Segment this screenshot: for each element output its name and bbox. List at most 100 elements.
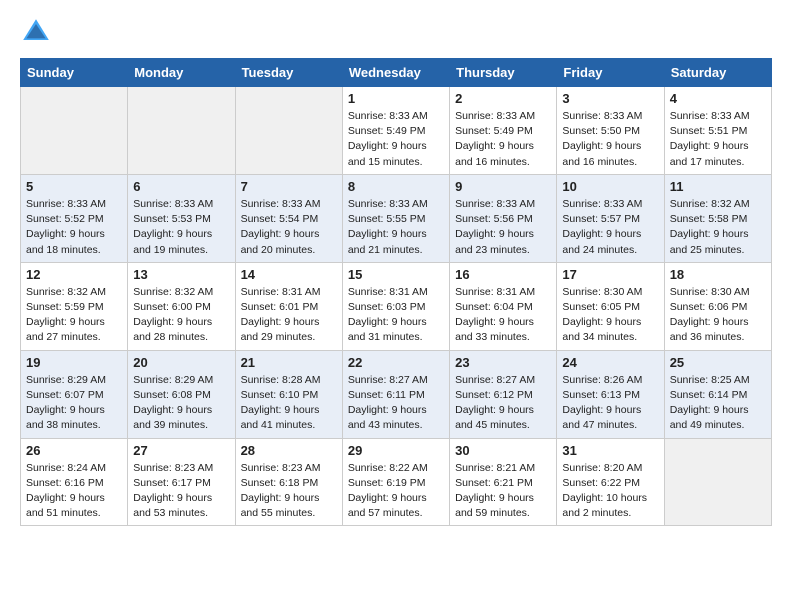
calendar-cell: 20 Sunrise: 8:29 AMSunset: 6:08 PMDayligh… bbox=[128, 350, 235, 438]
weekday-header-friday: Friday bbox=[557, 59, 664, 87]
calendar-header-row: SundayMondayTuesdayWednesdayThursdayFrid… bbox=[21, 59, 772, 87]
day-number: 3 bbox=[562, 91, 658, 106]
day-info: Sunrise: 8:32 AMSunset: 5:59 PMDaylight:… bbox=[26, 285, 122, 346]
day-info: Sunrise: 8:31 AMSunset: 6:03 PMDaylight:… bbox=[348, 285, 444, 346]
calendar-cell: 21 Sunrise: 8:28 AMSunset: 6:10 PMDayligh… bbox=[235, 350, 342, 438]
day-number: 7 bbox=[241, 179, 337, 194]
logo bbox=[20, 16, 56, 48]
day-info: Sunrise: 8:33 AMSunset: 5:50 PMDaylight:… bbox=[562, 109, 658, 170]
day-number: 18 bbox=[670, 267, 766, 282]
calendar-cell: 18 Sunrise: 8:30 AMSunset: 6:06 PMDayligh… bbox=[664, 262, 771, 350]
day-number: 10 bbox=[562, 179, 658, 194]
calendar-cell: 9Sunrise: 8:33 AMSunset: 5:56 PMDaylight… bbox=[450, 174, 557, 262]
day-info: Sunrise: 8:27 AMSunset: 6:12 PMDaylight:… bbox=[455, 373, 551, 434]
day-number: 11 bbox=[670, 179, 766, 194]
calendar-cell: 31 Sunrise: 8:20 AMSunset: 6:22 PMDayligh… bbox=[557, 438, 664, 526]
calendar-cell: 29 Sunrise: 8:22 AMSunset: 6:19 PMDayligh… bbox=[342, 438, 449, 526]
calendar-cell: 23 Sunrise: 8:27 AMSunset: 6:12 PMDayligh… bbox=[450, 350, 557, 438]
day-number: 12 bbox=[26, 267, 122, 282]
header bbox=[20, 16, 772, 48]
page: SundayMondayTuesdayWednesdayThursdayFrid… bbox=[0, 0, 792, 542]
calendar-cell: 27Sunrise: 8:23 AMSunset: 6:17 PMDayligh… bbox=[128, 438, 235, 526]
calendar-cell: 5 Sunrise: 8:33 AMSunset: 5:52 PMDaylight… bbox=[21, 174, 128, 262]
day-info: Sunrise: 8:33 AMSunset: 5:55 PMDaylight:… bbox=[348, 197, 444, 258]
day-info: Sunrise: 8:27 AMSunset: 6:11 PMDaylight:… bbox=[348, 373, 444, 434]
day-info: Sunrise: 8:29 AMSunset: 6:08 PMDaylight:… bbox=[133, 373, 229, 434]
day-info: Sunrise: 8:29 AMSunset: 6:07 PMDaylight:… bbox=[26, 373, 122, 434]
day-number: 8 bbox=[348, 179, 444, 194]
calendar-cell: 2 Sunrise: 8:33 AMSunset: 5:49 PMDaylight… bbox=[450, 87, 557, 175]
day-number: 4 bbox=[670, 91, 766, 106]
day-info: Sunrise: 8:31 AMSunset: 6:01 PMDaylight:… bbox=[241, 285, 337, 346]
day-number: 5 bbox=[26, 179, 122, 194]
calendar-cell: 8 Sunrise: 8:33 AMSunset: 5:55 PMDaylight… bbox=[342, 174, 449, 262]
calendar-row-1: 1Sunrise: 8:33 AMSunset: 5:49 PMDaylight… bbox=[21, 87, 772, 175]
calendar-row-4: 19 Sunrise: 8:29 AMSunset: 6:07 PMDayligh… bbox=[21, 350, 772, 438]
day-info: Sunrise: 8:24 AMSunset: 6:16 PMDaylight:… bbox=[26, 461, 122, 522]
day-info: Sunrise: 8:26 AMSunset: 6:13 PMDaylight:… bbox=[562, 373, 658, 434]
calendar-cell: 4 Sunrise: 8:33 AMSunset: 5:51 PMDaylight… bbox=[664, 87, 771, 175]
day-number: 20 bbox=[133, 355, 229, 370]
weekday-header-tuesday: Tuesday bbox=[235, 59, 342, 87]
calendar-cell: 7Sunrise: 8:33 AMSunset: 5:54 PMDaylight… bbox=[235, 174, 342, 262]
calendar-cell: 6Sunrise: 8:33 AMSunset: 5:53 PMDaylight… bbox=[128, 174, 235, 262]
day-info: Sunrise: 8:33 AMSunset: 5:49 PMDaylight:… bbox=[348, 109, 444, 170]
day-number: 23 bbox=[455, 355, 551, 370]
calendar-cell: 16 Sunrise: 8:31 AMSunset: 6:04 PMDayligh… bbox=[450, 262, 557, 350]
day-info: Sunrise: 8:25 AMSunset: 6:14 PMDaylight:… bbox=[670, 373, 766, 434]
calendar-cell: 14Sunrise: 8:31 AMSunset: 6:01 PMDayligh… bbox=[235, 262, 342, 350]
day-info: Sunrise: 8:33 AMSunset: 5:49 PMDaylight:… bbox=[455, 109, 551, 170]
calendar-row-5: 26 Sunrise: 8:24 AMSunset: 6:16 PMDayligh… bbox=[21, 438, 772, 526]
day-number: 26 bbox=[26, 443, 122, 458]
calendar-cell: 19 Sunrise: 8:29 AMSunset: 6:07 PMDayligh… bbox=[21, 350, 128, 438]
day-number: 2 bbox=[455, 91, 551, 106]
calendar-cell: 24 Sunrise: 8:26 AMSunset: 6:13 PMDayligh… bbox=[557, 350, 664, 438]
day-info: Sunrise: 8:23 AMSunset: 6:17 PMDaylight:… bbox=[133, 461, 229, 522]
calendar-row-2: 5 Sunrise: 8:33 AMSunset: 5:52 PMDaylight… bbox=[21, 174, 772, 262]
calendar-cell: 28 Sunrise: 8:23 AMSunset: 6:18 PMDayligh… bbox=[235, 438, 342, 526]
day-number: 9 bbox=[455, 179, 551, 194]
day-number: 16 bbox=[455, 267, 551, 282]
day-info: Sunrise: 8:23 AMSunset: 6:18 PMDaylight:… bbox=[241, 461, 337, 522]
calendar-cell: 17 Sunrise: 8:30 AMSunset: 6:05 PMDayligh… bbox=[557, 262, 664, 350]
calendar-cell: 13 Sunrise: 8:32 AMSunset: 6:00 PMDayligh… bbox=[128, 262, 235, 350]
calendar-cell: 30 Sunrise: 8:21 AMSunset: 6:21 PMDayligh… bbox=[450, 438, 557, 526]
day-info: Sunrise: 8:31 AMSunset: 6:04 PMDaylight:… bbox=[455, 285, 551, 346]
calendar-row-3: 12 Sunrise: 8:32 AMSunset: 5:59 PMDayligh… bbox=[21, 262, 772, 350]
logo-icon bbox=[20, 16, 52, 48]
day-info: Sunrise: 8:21 AMSunset: 6:21 PMDaylight:… bbox=[455, 461, 551, 522]
day-number: 19 bbox=[26, 355, 122, 370]
calendar-cell: 1Sunrise: 8:33 AMSunset: 5:49 PMDaylight… bbox=[342, 87, 449, 175]
day-number: 24 bbox=[562, 355, 658, 370]
day-number: 22 bbox=[348, 355, 444, 370]
calendar-cell bbox=[664, 438, 771, 526]
day-info: Sunrise: 8:20 AMSunset: 6:22 PMDaylight:… bbox=[562, 461, 658, 522]
weekday-header-sunday: Sunday bbox=[21, 59, 128, 87]
calendar-cell bbox=[235, 87, 342, 175]
day-info: Sunrise: 8:33 AMSunset: 5:57 PMDaylight:… bbox=[562, 197, 658, 258]
day-info: Sunrise: 8:33 AMSunset: 5:51 PMDaylight:… bbox=[670, 109, 766, 170]
day-number: 28 bbox=[241, 443, 337, 458]
day-info: Sunrise: 8:30 AMSunset: 6:05 PMDaylight:… bbox=[562, 285, 658, 346]
weekday-header-thursday: Thursday bbox=[450, 59, 557, 87]
day-number: 29 bbox=[348, 443, 444, 458]
day-number: 21 bbox=[241, 355, 337, 370]
day-number: 13 bbox=[133, 267, 229, 282]
day-number: 30 bbox=[455, 443, 551, 458]
day-number: 25 bbox=[670, 355, 766, 370]
day-info: Sunrise: 8:30 AMSunset: 6:06 PMDaylight:… bbox=[670, 285, 766, 346]
day-info: Sunrise: 8:32 AMSunset: 5:58 PMDaylight:… bbox=[670, 197, 766, 258]
day-number: 17 bbox=[562, 267, 658, 282]
calendar-cell: 12 Sunrise: 8:32 AMSunset: 5:59 PMDayligh… bbox=[21, 262, 128, 350]
day-info: Sunrise: 8:22 AMSunset: 6:19 PMDaylight:… bbox=[348, 461, 444, 522]
day-number: 15 bbox=[348, 267, 444, 282]
calendar-cell bbox=[128, 87, 235, 175]
day-info: Sunrise: 8:32 AMSunset: 6:00 PMDaylight:… bbox=[133, 285, 229, 346]
calendar-cell: 25 Sunrise: 8:25 AMSunset: 6:14 PMDayligh… bbox=[664, 350, 771, 438]
calendar-cell: 3 Sunrise: 8:33 AMSunset: 5:50 PMDaylight… bbox=[557, 87, 664, 175]
day-info: Sunrise: 8:33 AMSunset: 5:52 PMDaylight:… bbox=[26, 197, 122, 258]
calendar-cell: 15 Sunrise: 8:31 AMSunset: 6:03 PMDayligh… bbox=[342, 262, 449, 350]
day-number: 31 bbox=[562, 443, 658, 458]
day-info: Sunrise: 8:28 AMSunset: 6:10 PMDaylight:… bbox=[241, 373, 337, 434]
calendar-cell: 26 Sunrise: 8:24 AMSunset: 6:16 PMDayligh… bbox=[21, 438, 128, 526]
